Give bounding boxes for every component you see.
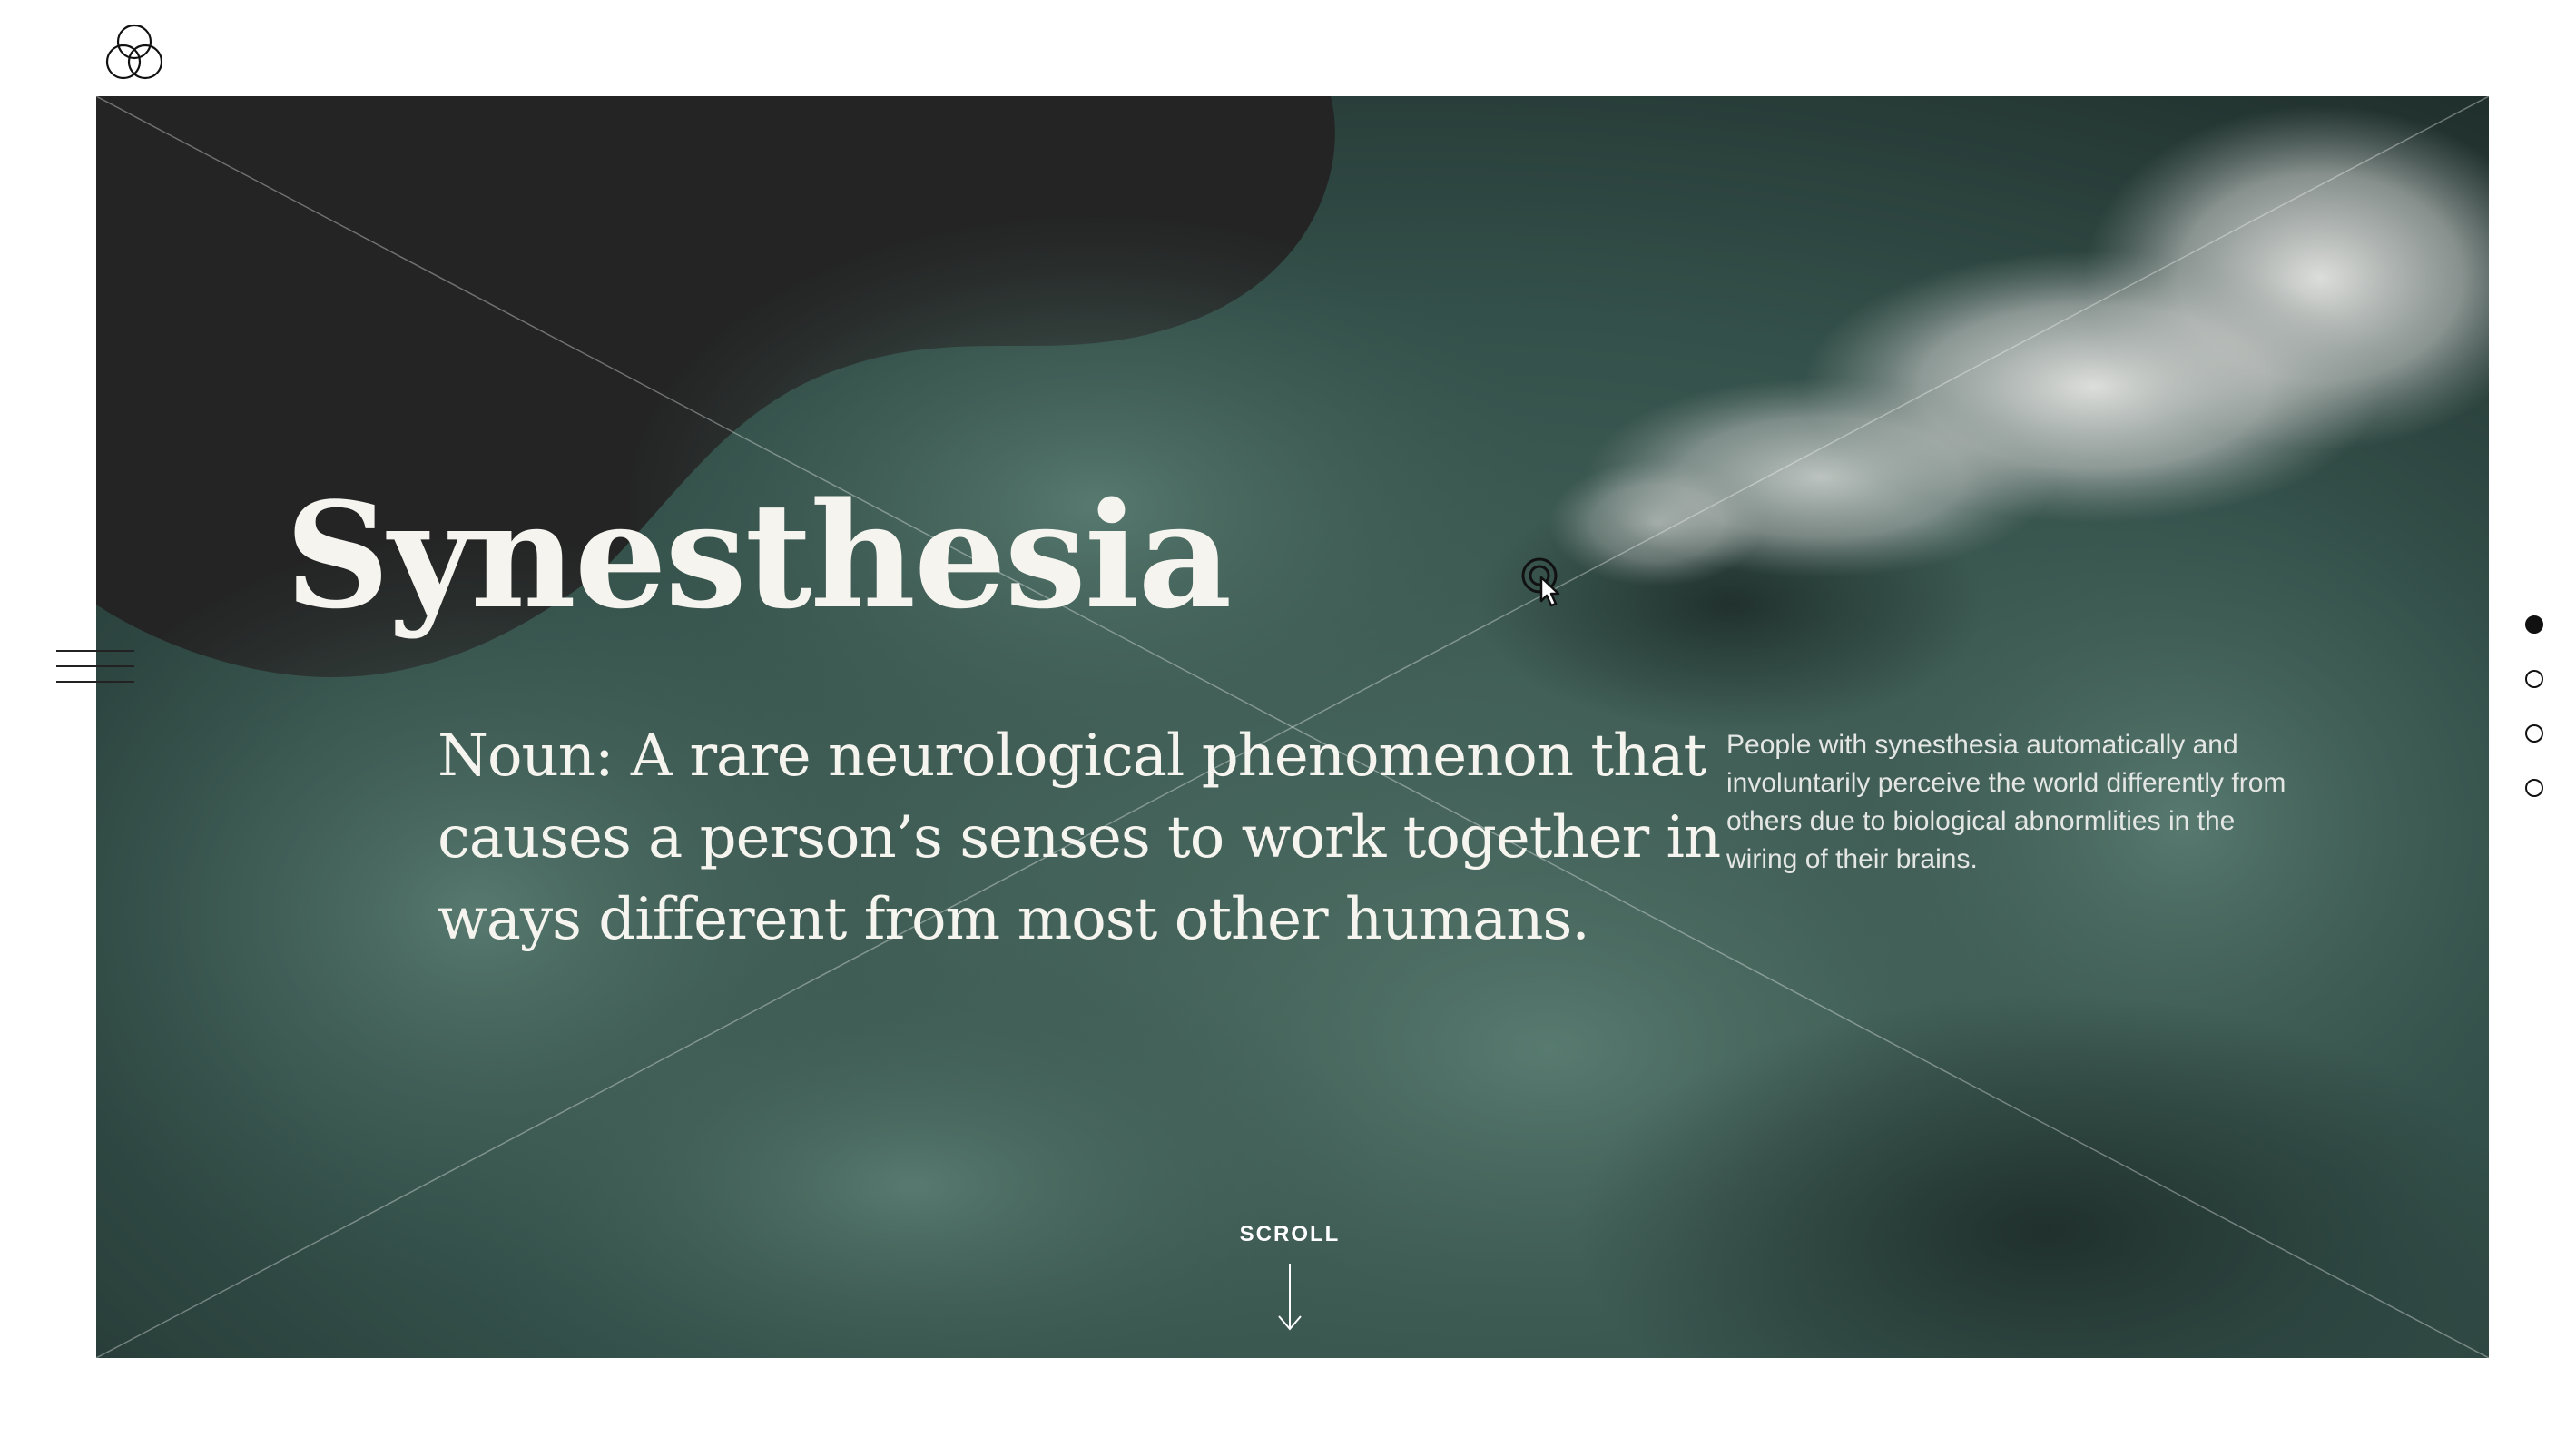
page-title: Synesthesia: [285, 470, 1232, 641]
pointer-cursor-icon: [1521, 557, 1560, 607]
pagination-dot-3[interactable]: [2525, 724, 2543, 743]
section-pagination: [2525, 615, 2543, 806]
definition-text: Noun: A rare neurological phenomenon tha…: [438, 723, 1721, 953]
scroll-label: SCROLL: [1239, 1222, 1341, 1246]
scroll-button[interactable]: SCROLL: [1195, 1222, 1385, 1349]
description-text: People with synesthesia automatically an…: [1726, 730, 2286, 874]
menu-line: [56, 681, 134, 683]
arrow-down-icon: [1278, 1264, 1302, 1331]
logo-icon[interactable]: [102, 22, 167, 84]
menu-line: [56, 665, 134, 667]
pagination-dot-2[interactable]: [2525, 670, 2543, 688]
hero-section: Synesthesia Noun: A rare neurological ph…: [96, 96, 2489, 1358]
menu-line: [56, 650, 134, 652]
hamburger-menu-icon[interactable]: [56, 646, 134, 686]
pagination-dot-4[interactable]: [2525, 779, 2543, 797]
pagination-dot-1[interactable]: [2525, 615, 2543, 634]
